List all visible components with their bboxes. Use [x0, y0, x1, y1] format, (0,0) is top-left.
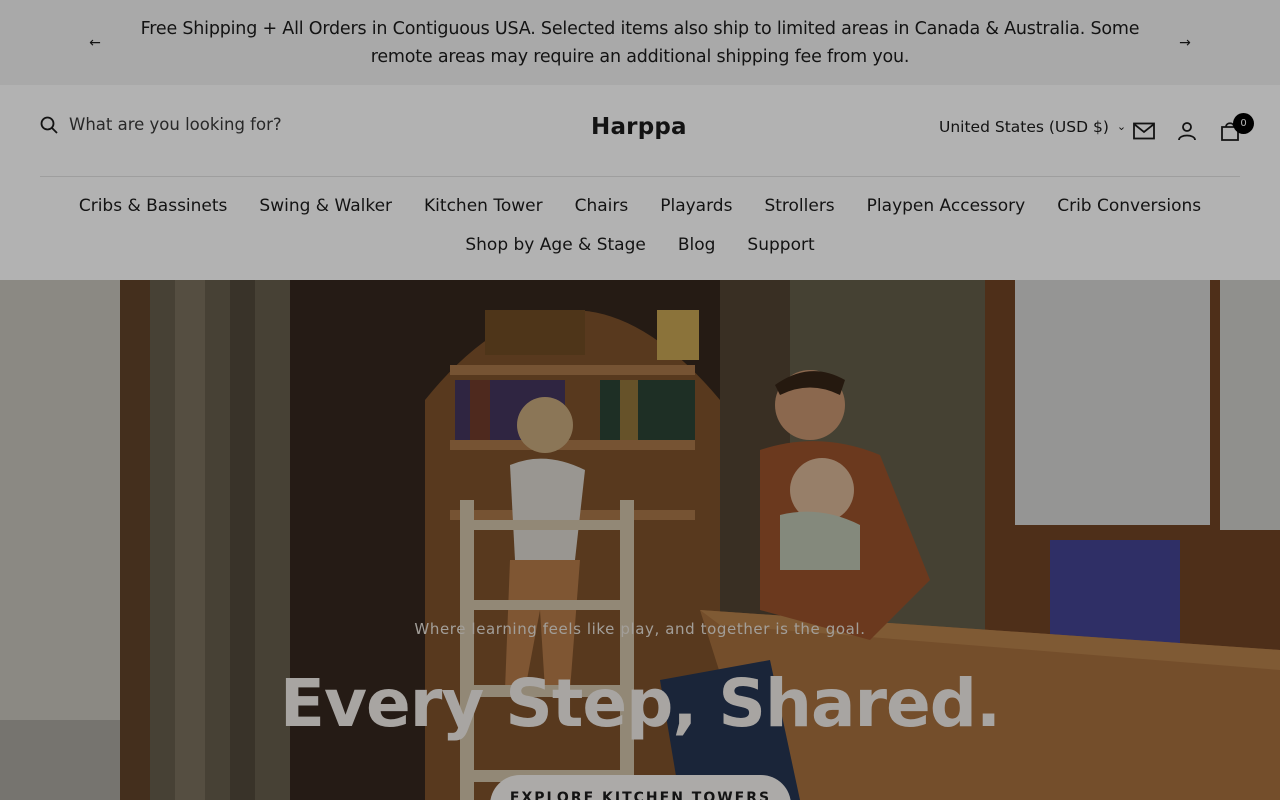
nav-item-chairs[interactable]: Chairs	[575, 196, 629, 216]
main-navigation: Cribs & Bassinets Swing & Walker Kitchen…	[0, 186, 1280, 264]
nav-item-playards[interactable]: Playards	[660, 196, 732, 216]
nav-item-kitchen-tower[interactable]: Kitchen Tower	[424, 196, 543, 216]
currency-selector[interactable]: United States (USD $) ⌄	[939, 118, 1126, 136]
nav-item-crib-conversions[interactable]: Crib Conversions	[1057, 196, 1201, 216]
search-bar[interactable]	[40, 115, 329, 134]
nav-row-primary: Cribs & Bassinets Swing & Walker Kitchen…	[0, 186, 1280, 225]
announcement-text: Free Shipping + All Orders in Contiguous…	[140, 18, 1140, 67]
nav-item-swing-walker[interactable]: Swing & Walker	[259, 196, 392, 216]
arrow-right-icon[interactable]: →	[1175, 33, 1195, 53]
search-icon[interactable]	[40, 116, 58, 134]
explore-kitchen-towers-button[interactable]: EXPLORE KITCHEN TOWERS	[490, 775, 791, 800]
nav-item-blog[interactable]: Blog	[678, 235, 716, 255]
nav-row-secondary: Shop by Age & Stage Blog Support	[0, 225, 1280, 264]
chevron-down-icon: ⌄	[1116, 119, 1127, 133]
account-icon[interactable]	[1175, 119, 1199, 143]
nav-item-shop-by-age[interactable]: Shop by Age & Stage	[465, 235, 645, 255]
hero-subtitle: Where learning feels like play, and toge…	[414, 620, 866, 638]
announcement-bar: ← Free Shipping + All Orders in Contiguo…	[0, 0, 1280, 85]
header-divider	[40, 176, 1240, 177]
search-input[interactable]	[69, 115, 329, 134]
nav-item-support[interactable]: Support	[747, 235, 814, 255]
hero-title: Every Step, Shared.	[279, 665, 1001, 742]
nav-item-playpen-accessory[interactable]: Playpen Accessory	[867, 196, 1026, 216]
nav-item-cribs-bassinets[interactable]: Cribs & Bassinets	[79, 196, 228, 216]
hero-banner: Where learning feels like play, and toge…	[0, 280, 1280, 800]
mail-icon[interactable]	[1132, 119, 1156, 143]
cart-count-badge: 0	[1233, 113, 1254, 134]
arrow-left-icon[interactable]: ←	[85, 33, 105, 53]
site-logo[interactable]: Harppa	[591, 114, 687, 140]
currency-label: United States (USD $)	[939, 118, 1109, 136]
nav-item-strollers[interactable]: Strollers	[764, 196, 834, 216]
